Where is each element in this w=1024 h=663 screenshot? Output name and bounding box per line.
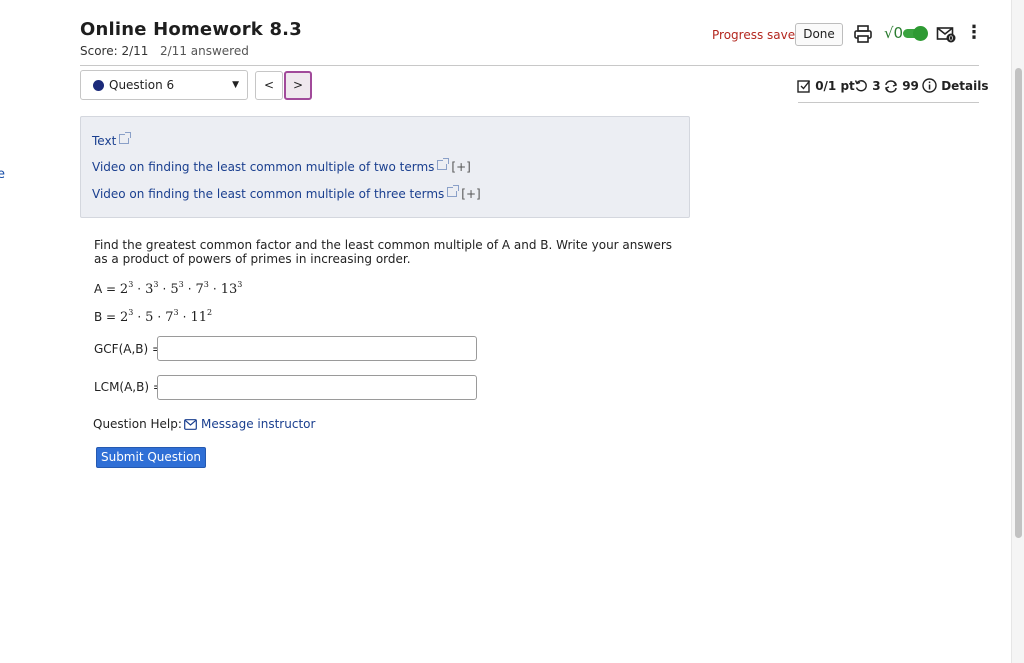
meta-divider [798,102,979,103]
prime-base: 7 [165,310,174,325]
external-link-icon [437,158,450,170]
score-text: Score: 2/11 [80,44,149,58]
equation-b-label: B = [94,310,117,324]
message-instructor-label: Message instructor [201,417,316,431]
attempts-indicator: 99 [884,77,919,95]
video-two-terms-link[interactable]: Video on finding the least common multip… [92,158,471,174]
equation-b: B = 23 · 5 · 73 · 112 [94,308,212,325]
prev-question-button[interactable]: < [255,71,283,100]
prime-exponent: 2 [207,308,213,317]
question-selector-label: Question 6 [109,78,175,92]
multiplication-dot: · [162,282,167,296]
scrollbar-thumb[interactable] [1015,68,1022,538]
edge-text-fragment: e [0,167,5,182]
dropdown-arrow-icon: ▼ [232,80,239,90]
text-resource-link[interactable]: Text [92,132,132,148]
print-icon[interactable] [853,24,873,44]
multiplication-dot: · [157,310,162,324]
assignment-title: Online Homework 8.3 [80,19,302,40]
done-button[interactable]: Done [795,23,843,46]
prime-exponent: 3 [153,280,159,289]
next-question-button[interactable]: > [284,71,312,100]
prime-exponent: 3 [237,280,243,289]
assignment-header: Online Homework 8.3 Score: 2/11 2/11 ans… [80,18,983,66]
question-prompt: Find the greatest common factor and the … [94,238,673,266]
details-button[interactable]: Details [922,77,989,95]
submit-question-button[interactable]: Submit Question [96,447,206,468]
multiplication-dot: · [187,282,192,296]
gcf-label: GCF(A,B) = [94,342,163,356]
points-text: 0/1 pt [815,79,855,93]
expand-video-two-terms[interactable]: [+] [451,160,470,174]
equation-a: A = 23 · 33 · 53 · 73 · 133 [94,280,242,297]
retries-count: 3 [872,79,881,93]
prime-base: 5 [170,282,179,297]
mail-badge: 0 [949,35,953,43]
question-help-label: Question Help: [93,417,182,431]
text-resource-label: Text [92,134,117,148]
prime-base: 2 [119,310,129,325]
lcm-answer-input[interactable] [157,375,477,400]
multiplication-dot: · [137,310,142,324]
video-three-terms-label: Video on finding the least common multip… [92,187,445,201]
external-link-icon [119,132,132,144]
lcm-label: LCM(A,B) = [94,380,163,394]
multiplication-dot: · [137,282,142,296]
video-two-terms-label: Video on finding the least common multip… [92,160,435,174]
checkbox-icon [797,80,811,93]
gcf-answer-input[interactable] [157,336,477,361]
multiplication-dot: · [212,282,217,296]
prime-base: 11 [190,310,207,325]
question-selector[interactable]: Question 6 ▼ [80,70,248,100]
prime-base: 13 [220,282,238,297]
retries-indicator: 3 [854,77,881,95]
page-scrollbar[interactable] [1011,0,1024,663]
prime-exponent: 3 [173,308,179,317]
more-options-icon[interactable]: ⋮ [965,24,983,42]
info-icon [922,78,937,93]
retry-icon [854,80,867,92]
mail-icon[interactable]: 0 [936,24,956,44]
question-status-dot [93,80,104,91]
prime-exponent: 3 [178,280,184,289]
help-resources-panel: Text Video on finding the least common m… [80,116,690,218]
prime-exponent: 3 [128,308,134,317]
prime-exponent: 3 [128,280,134,289]
attempts-icon [884,80,898,93]
toggle-knob [913,26,928,41]
expand-video-three-terms[interactable]: [+] [461,187,480,201]
message-instructor-link[interactable]: Message instructor [184,417,315,431]
prime-base: 7 [195,282,204,297]
prime-base: 5 [145,310,154,325]
equation-b-terms: 23 · 5 · 73 · 112 [119,308,213,325]
math-entry-icon[interactable]: √0 [884,24,903,42]
video-three-terms-link[interactable]: Video on finding the least common multip… [92,185,481,201]
equation-a-terms: 23 · 33 · 53 · 73 · 133 [119,280,243,297]
progress-status: Progress saved [712,28,803,42]
answered-count: 2/11 answered [160,44,249,58]
prime-base: 2 [119,282,129,297]
envelope-icon [184,419,197,430]
details-label: Details [941,79,989,93]
prime-exponent: 3 [203,280,209,289]
equation-a-label: A = [94,282,117,296]
attempts-count: 99 [902,79,919,93]
external-link-icon [447,185,460,197]
multiplication-dot: · [182,310,187,324]
points-indicator: 0/1 pt [797,77,855,95]
